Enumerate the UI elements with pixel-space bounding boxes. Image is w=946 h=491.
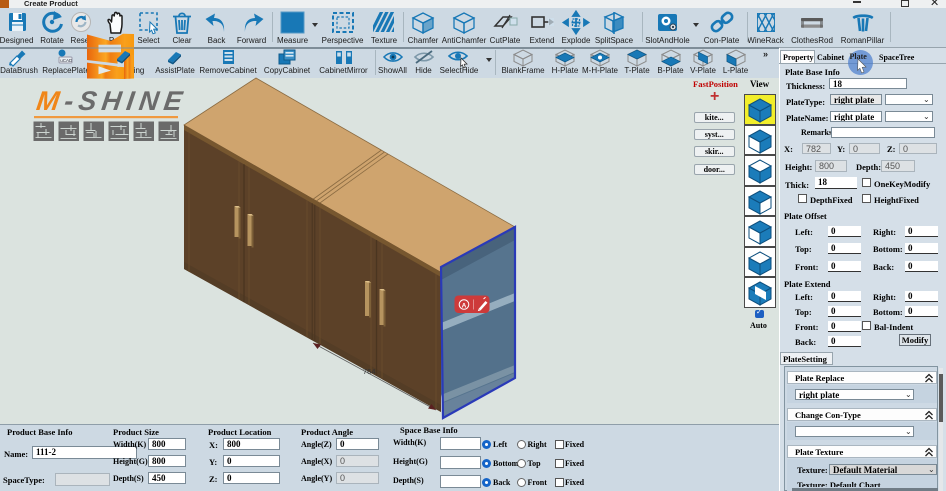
- svg-text:M-SHINE: M-SHINE: [35, 85, 190, 116]
